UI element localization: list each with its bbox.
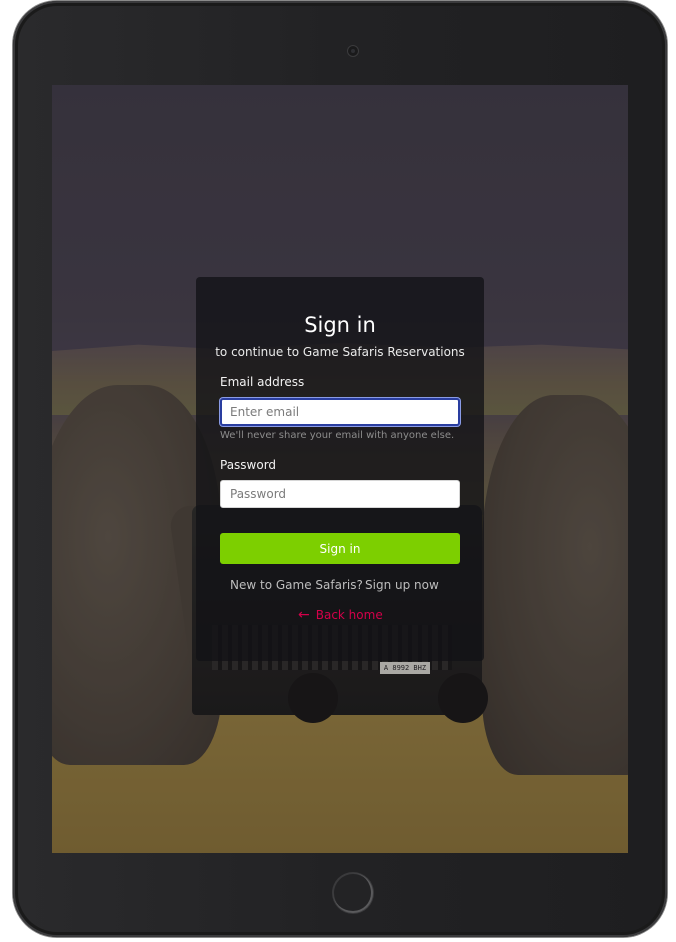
camera-icon bbox=[348, 46, 358, 56]
arrow-left-icon: ← bbox=[298, 607, 310, 623]
screen: A 8992 BHZ Sign in to continue to Game S… bbox=[52, 85, 628, 853]
email-field[interactable] bbox=[220, 398, 460, 426]
password-label: Password bbox=[220, 458, 277, 472]
sign-in-card: Sign in to continue to Game Safaris Rese… bbox=[196, 277, 484, 661]
new-user-text: New to Game Safaris? bbox=[230, 578, 363, 592]
page-subtitle: to continue to Game Safaris Reservations bbox=[215, 345, 465, 359]
sign-up-link[interactable]: Sign up now bbox=[365, 578, 439, 592]
email-label: Email address bbox=[220, 375, 305, 389]
back-home-link[interactable]: ← Back home bbox=[298, 608, 383, 622]
password-field[interactable] bbox=[220, 480, 460, 508]
page-title: Sign in bbox=[304, 313, 376, 337]
home-button[interactable] bbox=[332, 872, 374, 914]
sign-in-button[interactable]: Sign in bbox=[220, 533, 460, 564]
back-home-label: Back home bbox=[315, 608, 383, 622]
email-help-text: We'll never share your email with anyone… bbox=[220, 430, 455, 441]
